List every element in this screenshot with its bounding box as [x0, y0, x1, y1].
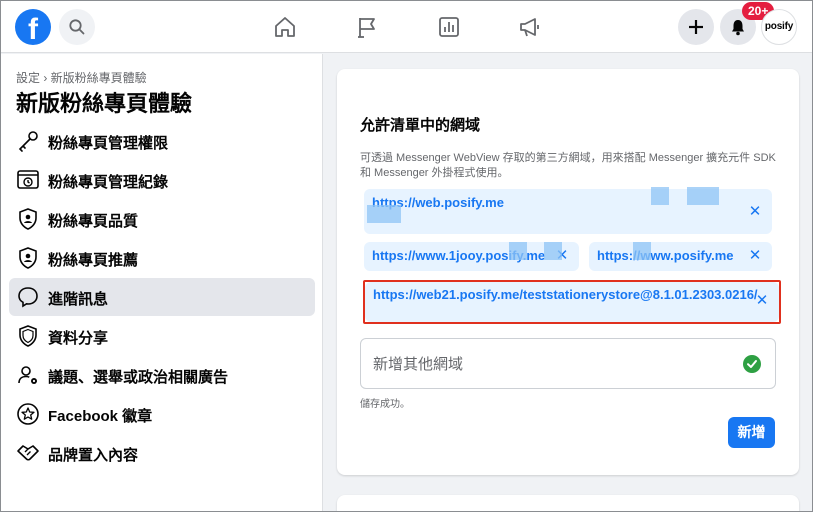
history-icon [15, 167, 41, 193]
remove-domain-icon[interactable]: ✕ [748, 204, 762, 219]
sidebar-item-label: 品牌置入內容 [48, 447, 139, 464]
nav-ads[interactable] [514, 11, 546, 43]
redaction-block [633, 242, 651, 260]
user-gear-icon [15, 362, 41, 388]
sidebar-item-label: 粉絲專頁管理權限 [48, 135, 169, 152]
highlight-box [363, 280, 781, 324]
shield-icon [15, 323, 41, 349]
whitelisted-domains-card: 允許清單中的網域 可透過 Messenger WebView 存取的第三方網域，… [337, 69, 799, 475]
add-domain-input[interactable] [373, 353, 723, 375]
handshake-icon [15, 440, 41, 466]
add-button[interactable]: 新增 [728, 417, 775, 448]
plus-icon [689, 20, 703, 34]
app-window: f 20+ posify 設定 › 新版粉絲專頁體驗 新版粉絲專頁體驗 粉絲專頁… [0, 0, 813, 512]
section-description: 可透過 Messenger WebView 存取的第三方網域，用來搭配 Mess… [360, 152, 776, 179]
home-icon [275, 17, 295, 37]
breadcrumb[interactable]: 設定 › 新版粉絲專頁體驗 [16, 69, 147, 86]
redaction-block [687, 187, 719, 205]
top-navigation-bar: f 20+ posify [1, 1, 812, 53]
create-button[interactable] [678, 9, 714, 45]
sidebar-item-branded-content[interactable]: 品牌置入內容 [9, 434, 315, 472]
sidebar-item-activity-log[interactable]: 粉絲專頁管理紀錄 [9, 161, 315, 199]
redaction-block [651, 187, 669, 205]
sidebar-item-data-sharing[interactable]: 資料分享 [9, 317, 315, 355]
nav-pages[interactable] [351, 11, 383, 43]
sidebar-item-facebook-badges[interactable]: Facebook 徽章 [9, 395, 315, 433]
shield-check-icon [15, 245, 41, 271]
sidebar-item-page-access[interactable]: 粉絲專頁管理權限 [9, 122, 315, 160]
domain-text: https://www.posify.me [597, 248, 734, 263]
facebook-logo[interactable]: f [15, 9, 51, 45]
sidebar-item-label: 進階訊息 [48, 291, 109, 308]
bell-icon [732, 20, 744, 36]
domain-chip: https://www.posify.me ✕ [589, 242, 772, 271]
megaphone-icon [520, 18, 539, 37]
sidebar-item-label: 粉絲專頁管理紀錄 [48, 174, 169, 191]
nav-home[interactable] [269, 11, 301, 43]
sidebar-item-label: 資料分享 [48, 330, 109, 347]
redaction-block [509, 242, 527, 260]
search-icon [69, 19, 85, 35]
flag-icon [358, 18, 375, 38]
sidebar-item-advanced-messaging[interactable]: 進階訊息 [9, 278, 315, 316]
sidebar-item-political-ads[interactable]: 議題、選舉或政治相關廣告 [9, 356, 315, 394]
key-icon [15, 128, 41, 154]
shield-check-icon [15, 206, 41, 232]
sidebar-item-page-quality[interactable]: 粉絲專頁品質 [9, 200, 315, 238]
remove-domain-icon[interactable]: ✕ [748, 248, 762, 263]
sidebar-item-page-recommendations[interactable]: 粉絲專頁推薦 [9, 239, 315, 277]
speech-bubble-icon [15, 284, 41, 310]
bar-chart-icon [439, 17, 459, 37]
redaction-block [367, 205, 401, 223]
redaction-block [544, 242, 562, 260]
page-title: 新版粉絲專頁體驗 [16, 91, 193, 116]
sidebar-item-label: 粉絲專頁推薦 [48, 252, 139, 269]
search-button[interactable] [59, 9, 95, 45]
section-title: 允許清單中的網域 [360, 117, 481, 134]
save-status: 儲存成功。 [360, 399, 410, 410]
next-card [337, 495, 799, 511]
sidebar-item-label: 粉絲專頁品質 [48, 213, 139, 230]
star-badge-icon [15, 401, 41, 427]
nav-insights[interactable] [433, 11, 465, 43]
sidebar: 設定 › 新版粉絲專頁體驗 新版粉絲專頁體驗 粉絲專頁管理權限 粉絲專頁管理紀錄… [1, 54, 323, 511]
add-domain-field[interactable] [360, 338, 776, 389]
avatar[interactable]: posify [761, 9, 797, 45]
sidebar-item-label: Facebook 徽章 [48, 408, 153, 425]
check-circle-icon [743, 355, 761, 373]
sidebar-item-label: 議題、選舉或政治相關廣告 [48, 369, 229, 386]
